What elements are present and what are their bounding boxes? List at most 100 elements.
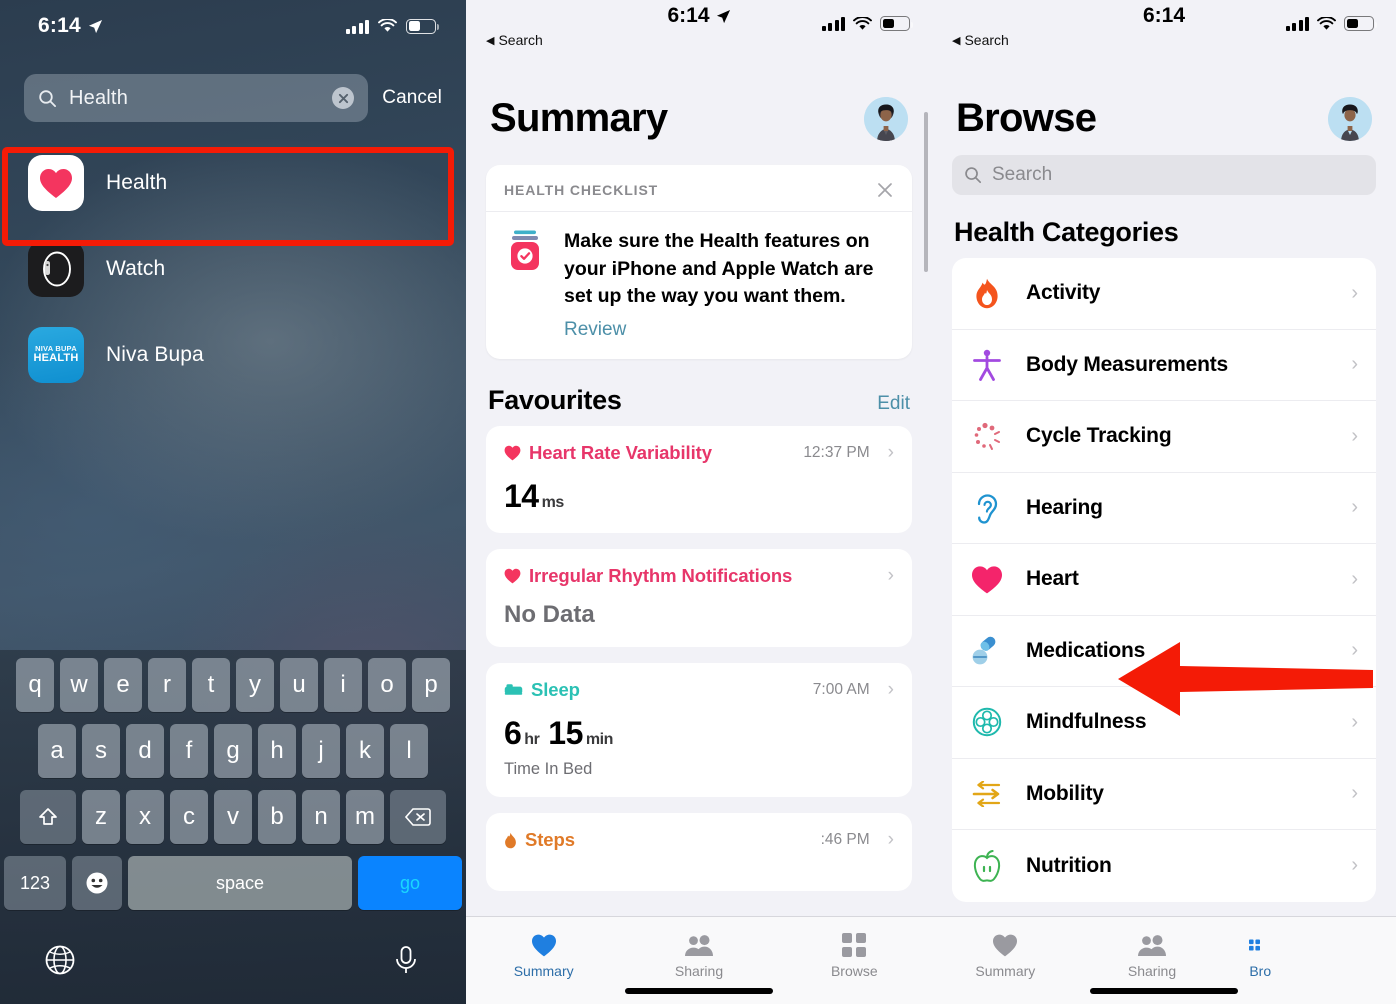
tab-summary[interactable]: Summary — [466, 931, 621, 979]
key-f[interactable]: f — [170, 724, 208, 778]
edit-favourites-button[interactable]: Edit — [877, 393, 910, 415]
pills-icon — [970, 634, 1004, 668]
tab-browse[interactable]: Browse — [777, 931, 932, 979]
favourite-unit: ms — [541, 494, 565, 512]
favourite-value-row: 14 ms — [504, 478, 894, 515]
avatar[interactable] — [1328, 96, 1372, 141]
body-figure-icon — [970, 348, 1004, 382]
key-v[interactable]: v — [214, 790, 252, 844]
back-label: Search — [498, 32, 543, 48]
key-p[interactable]: p — [412, 658, 450, 712]
space-key[interactable]: space — [128, 856, 352, 910]
people-tab-icon — [1137, 931, 1167, 957]
key-a[interactable]: a — [38, 724, 76, 778]
category-nutrition[interactable]: Nutrition › — [952, 830, 1376, 902]
key-e[interactable]: e — [104, 658, 142, 712]
category-heart[interactable]: Heart › — [952, 544, 1376, 616]
tab-sharing[interactable]: Sharing — [1079, 931, 1226, 979]
category-cycle-tracking[interactable]: Cycle Tracking › — [952, 401, 1376, 473]
avatar[interactable] — [864, 96, 908, 141]
key-y[interactable]: y — [236, 658, 274, 712]
scroll-indicator[interactable] — [924, 112, 928, 272]
key-b[interactable]: b — [258, 790, 296, 844]
key-q[interactable]: q — [16, 658, 54, 712]
heart-icon — [970, 562, 1004, 596]
search-result-niva-bupa[interactable]: NIVA BUPA HEALTH Niva Bupa — [0, 312, 466, 398]
flame-icon — [505, 832, 516, 848]
microphone-icon[interactable] — [390, 944, 422, 981]
search-result-health[interactable]: Health — [0, 140, 466, 226]
favourite-value-hours: 6 — [504, 715, 522, 752]
category-body-measurements[interactable]: Body Measurements › — [952, 330, 1376, 401]
category-hearing[interactable]: Hearing › — [952, 473, 1376, 544]
key-l[interactable]: l — [390, 724, 428, 778]
numbers-key[interactable]: 123 — [4, 856, 66, 910]
favourite-card-steps[interactable]: Steps :46 PM › — [486, 813, 912, 892]
shift-key-icon[interactable] — [20, 790, 76, 844]
key-d[interactable]: d — [126, 724, 164, 778]
cancel-button[interactable]: Cancel — [382, 87, 442, 109]
favourite-header: Heart Rate Variability 12:37 PM › — [504, 442, 894, 464]
heart-icon — [504, 445, 521, 461]
search-result-watch[interactable]: Watch — [0, 226, 466, 312]
search-input[interactable]: Health — [24, 74, 369, 122]
key-o[interactable]: o — [368, 658, 406, 712]
key-w[interactable]: w — [60, 658, 98, 712]
category-mindfulness[interactable]: Mindfulness › — [952, 687, 1376, 759]
category-medications[interactable]: Medications › — [952, 616, 1376, 687]
browse-search-input[interactable]: Search — [952, 155, 1376, 195]
backspace-key-icon[interactable] — [390, 790, 446, 844]
chevron-right-icon: › — [887, 829, 894, 851]
chevron-right-icon: › — [1351, 782, 1358, 805]
key-j[interactable]: j — [302, 724, 340, 778]
heart-tab-icon — [992, 931, 1018, 957]
category-label: Body Measurements — [1026, 352, 1228, 376]
key-z[interactable]: z — [82, 790, 120, 844]
tab-summary[interactable]: Summary — [932, 931, 1079, 979]
clear-circle-icon[interactable] — [332, 87, 355, 109]
checklist-message: Make sure the Health features on your iP… — [564, 230, 874, 308]
key-i[interactable]: i — [324, 658, 362, 712]
favourite-card-heart-rate-variability[interactable]: Heart Rate Variability 12:37 PM › 14 ms — [486, 426, 912, 534]
favourite-value: No Data — [504, 601, 595, 629]
brain-icon — [970, 705, 1004, 739]
medication-bottle-icon — [504, 228, 548, 274]
health-checklist-card[interactable]: HEALTH CHECKLIST Make sure the Health fe… — [486, 165, 912, 360]
go-key[interactable]: go — [358, 856, 462, 910]
key-k[interactable]: k — [346, 724, 384, 778]
key-r[interactable]: r — [148, 658, 186, 712]
tab-bar-right: Summary Sharing Bro — [932, 916, 1396, 1004]
health-app-icon — [28, 155, 84, 211]
favourite-card-sleep[interactable]: Sleep 7:00 AM › 6 hr 15 min Time In Bed — [486, 663, 912, 798]
key-g[interactable]: g — [214, 724, 252, 778]
location-arrow-icon — [88, 19, 102, 33]
tab-sharing[interactable]: Sharing — [621, 931, 776, 979]
key-x[interactable]: x — [126, 790, 164, 844]
back-to-search-button[interactable]: ◀ Search — [952, 32, 1009, 48]
category-activity[interactable]: Activity › — [952, 258, 1376, 330]
chevron-right-icon: › — [1351, 639, 1358, 662]
key-c[interactable]: c — [170, 790, 208, 844]
favourite-card-irregular-rhythm[interactable]: Irregular Rhythm Notifications › No Data — [486, 549, 912, 648]
key-u[interactable]: u — [280, 658, 318, 712]
favourite-time: 7:00 AM — [812, 681, 870, 699]
key-h[interactable]: h — [258, 724, 296, 778]
back-to-search-button[interactable]: ◀ Search — [486, 32, 543, 48]
back-triangle-icon: ◀ — [952, 34, 961, 47]
key-s[interactable]: s — [82, 724, 120, 778]
key-t[interactable]: t — [192, 658, 230, 712]
battery-icon — [880, 16, 914, 31]
category-label: Heart — [1026, 567, 1079, 591]
globe-key-icon[interactable] — [44, 944, 76, 981]
tab-browse[interactable]: Bro — [1225, 931, 1396, 979]
category-mobility[interactable]: Mobility › — [952, 759, 1376, 830]
close-icon[interactable] — [876, 181, 894, 199]
checklist-text-block: Make sure the Health features on your iP… — [564, 228, 894, 341]
review-link[interactable]: Review — [564, 319, 626, 341]
key-n[interactable]: n — [302, 790, 340, 844]
favourite-unit-hours: hr — [524, 731, 540, 749]
emoji-key-icon[interactable] — [72, 856, 122, 910]
key-m[interactable]: m — [346, 790, 384, 844]
status-time: 6:14 — [38, 14, 81, 37]
favourite-value-row: 6 hr 15 min — [504, 715, 894, 752]
